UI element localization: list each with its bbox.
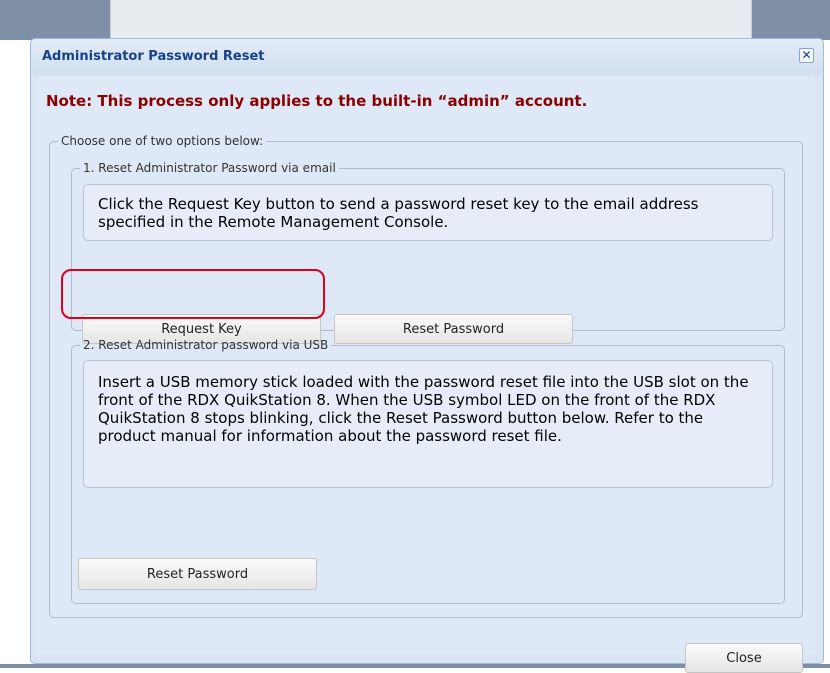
email-option-legend: 1. Reset Administrator Password via emai… bbox=[83, 161, 336, 175]
usb-option-info: Insert a USB memory stick loaded with th… bbox=[83, 360, 773, 488]
admin-note: Note: This process only applies to the b… bbox=[46, 92, 588, 110]
email-option-info: Click the Request Key button to send a p… bbox=[83, 184, 773, 241]
dialog-title: Administrator Password Reset bbox=[42, 49, 265, 64]
dialog-titlebar[interactable]: Administrator Password Reset ✕ bbox=[31, 39, 823, 75]
background-app-right bbox=[752, 0, 830, 40]
dialog-body: Note: This process only applies to the b… bbox=[37, 77, 815, 673]
background-app-panel bbox=[110, 0, 752, 40]
background-app-left bbox=[0, 0, 110, 40]
usb-reset-password-button[interactable]: Reset Password bbox=[78, 558, 317, 590]
password-reset-dialog: Administrator Password Reset ✕ Note: Thi… bbox=[30, 38, 824, 673]
close-icon[interactable]: ✕ bbox=[799, 48, 814, 63]
usb-option-legend: 2. Reset Administrator password via USB bbox=[83, 338, 329, 352]
close-button[interactable]: Close bbox=[685, 643, 803, 673]
options-legend: Choose one of two options below: bbox=[61, 134, 264, 148]
request-key-highlight bbox=[61, 269, 325, 319]
